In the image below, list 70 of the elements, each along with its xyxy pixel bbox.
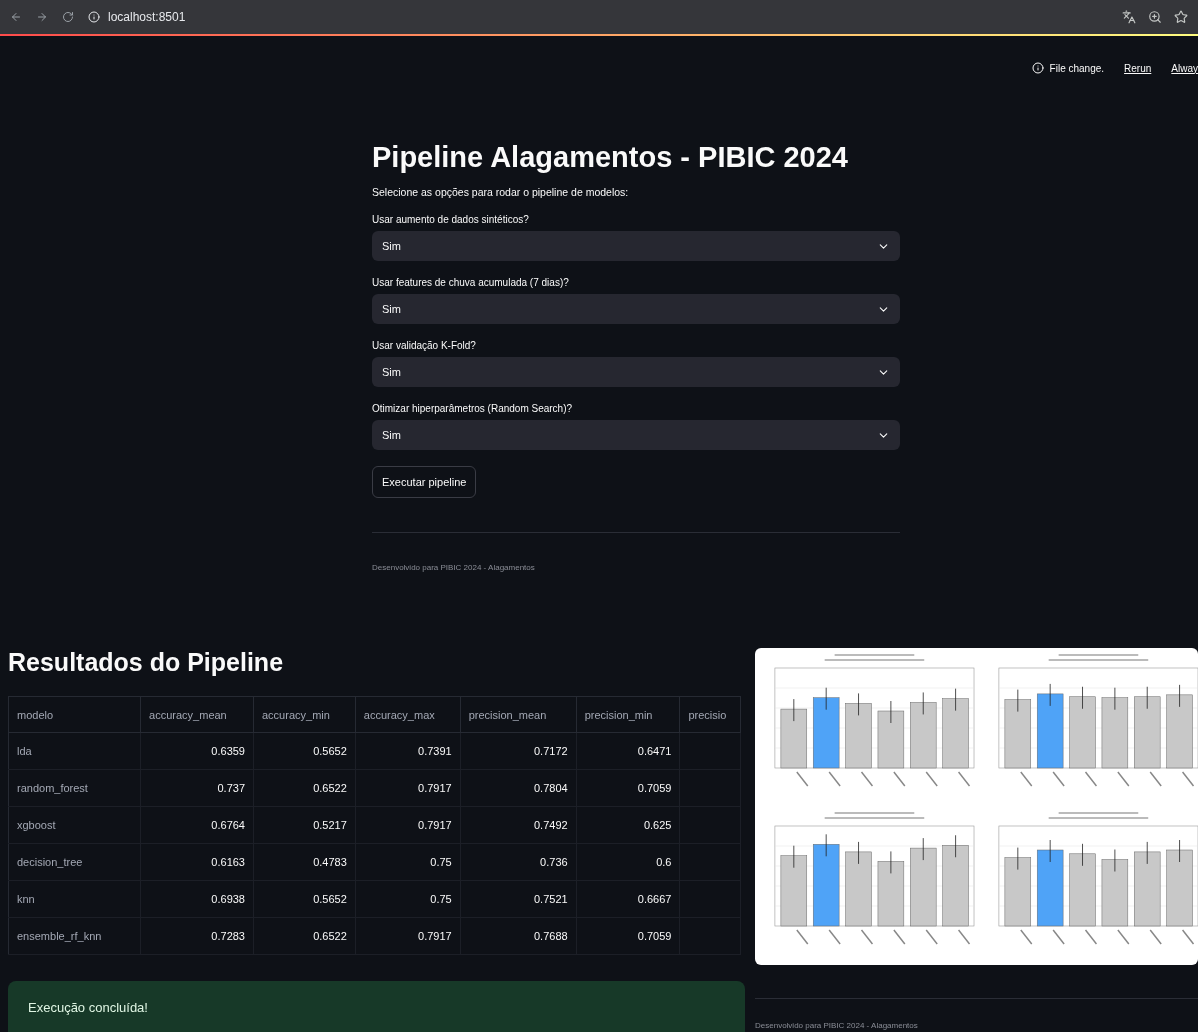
column-header[interactable]: accuracy_mean	[140, 696, 254, 733]
table-cell: 0.7688	[460, 917, 577, 955]
url-text[interactable]: localhost:8501	[108, 10, 186, 24]
table-cell: 0.625	[576, 806, 680, 844]
success-message: Execução concluída!	[8, 981, 745, 1032]
table-cell: 0.6938	[140, 880, 254, 918]
select-field[interactable]: Sim	[372, 294, 900, 324]
table-cell: xgboost	[8, 806, 141, 844]
table-cell: 0.75	[355, 843, 461, 881]
table-cell: 0.7917	[355, 769, 461, 807]
column-header[interactable]: accuracy_max	[355, 696, 461, 733]
table-cell: 0.5652	[253, 880, 356, 918]
zoom-icon[interactable]	[1148, 10, 1162, 24]
section-title: Resultados do Pipeline	[8, 648, 285, 677]
column-header[interactable]: precisio	[679, 696, 741, 733]
info-icon[interactable]	[88, 11, 100, 23]
table-cell: 0.7283	[140, 917, 254, 955]
info-icon	[1031, 62, 1044, 74]
header-link[interactable]: Alway	[1171, 62, 1198, 74]
table-cell: knn	[8, 880, 141, 918]
table-cell: 0.7059	[576, 917, 680, 955]
column-header[interactable]: modelo	[8, 696, 141, 733]
star-icon[interactable]	[1174, 10, 1188, 24]
table-cell: 0.7917	[355, 806, 461, 844]
table-cell: 0.5652	[253, 732, 356, 770]
table-cell: lda	[8, 732, 141, 770]
table-cell: 0.737	[140, 769, 254, 807]
subtitle: Selecione as opções para rodar o pipeline de modelos:	[372, 186, 630, 198]
forward-icon[interactable]	[36, 11, 48, 23]
column-header[interactable]: accuracy_min	[253, 696, 356, 733]
table-cell: decision_tree	[8, 843, 141, 881]
footer-text: Desenvolvido para PIBIC 2024 - Alagamentos	[372, 563, 536, 572]
select-label: Usar validação K-Fold?	[372, 340, 477, 351]
table-cell: 0.6764	[140, 806, 254, 844]
table-cell: 0.736	[460, 843, 577, 881]
column-header[interactable]: precision_min	[576, 696, 680, 733]
select-field[interactable]: Sim	[372, 357, 900, 387]
select-label: Usar aumento de dados sintéticos?	[372, 214, 530, 225]
status-text: File change.	[1049, 62, 1105, 74]
table-cell: 0.6471	[576, 732, 680, 770]
select-label: Otimizar hiperparâmetros (Random Search)?	[372, 403, 574, 414]
table-cell: 0.7917	[355, 917, 461, 955]
column-header[interactable]: precision_mean	[460, 696, 577, 733]
select-field[interactable]: Sim	[372, 231, 900, 261]
select-field[interactable]: Sim	[372, 420, 900, 450]
table-cell: 0.7804	[460, 769, 577, 807]
table-cell: 0.6	[576, 843, 680, 881]
header-link[interactable]: Rerun	[1124, 62, 1152, 74]
table-cell: ensemble_rf_knn	[8, 917, 141, 955]
table-cell: 0.7059	[576, 769, 680, 807]
reload-icon[interactable]	[62, 11, 74, 23]
table-cell: 0.7492	[460, 806, 577, 844]
select-label: Usar features de chuva acumulada (7 dias)?	[372, 277, 570, 288]
table-cell: 0.6163	[140, 843, 254, 881]
table-cell: 0.6667	[576, 880, 680, 918]
table-cell: 0.7521	[460, 880, 577, 918]
table-cell: 0.4783	[253, 843, 356, 881]
run-button[interactable]: Executar pipeline	[372, 466, 477, 498]
page-title: Pipeline Alagamentos - PIBIC 2024	[372, 140, 849, 174]
table-cell: 0.5217	[253, 806, 356, 844]
table-cell: 0.6359	[140, 732, 254, 770]
table-cell: 0.7391	[355, 732, 461, 770]
translate-icon[interactable]	[1122, 10, 1136, 24]
back-icon[interactable]	[10, 11, 22, 23]
table-cell: 0.6522	[253, 769, 356, 807]
table-cell: random_forest	[8, 769, 141, 807]
table-cell: 0.75	[355, 880, 461, 918]
table-cell: 0.6522	[253, 917, 356, 955]
footer-text: Desenvolvido para PIBIC 2024 - Alagamentos	[755, 1021, 919, 1030]
table-cell: 0.7172	[460, 732, 577, 770]
